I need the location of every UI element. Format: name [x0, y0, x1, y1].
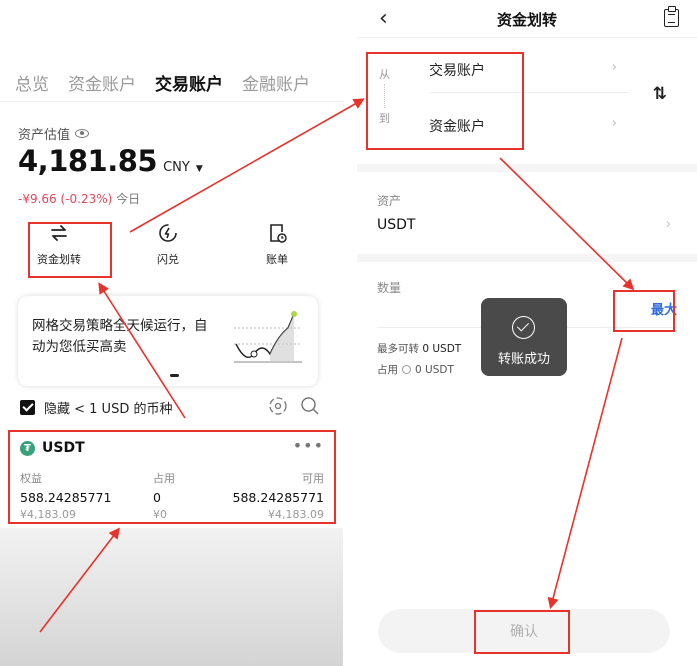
list-tools: [268, 396, 320, 416]
swap-arrows-icon: [51, 225, 67, 241]
tab-overview[interactable]: 总览: [15, 70, 49, 95]
available-fiat: ¥4,183.09: [268, 508, 324, 521]
tether-icon: ₮: [20, 440, 35, 456]
search-icon[interactable]: [300, 396, 320, 416]
section-gap: [357, 254, 697, 262]
tab-divider: [0, 101, 343, 102]
clock-icon: [402, 365, 411, 374]
quick-actions: 资金划转 闪兑 账单: [0, 222, 343, 278]
equity-value: 588.24285771: [20, 490, 112, 505]
toast-text: 转账成功: [497, 352, 550, 367]
fund-transfer-screen: ‹ 资金划转 从 到 交易账户 › 资金账户 › ⇅ 资产 USDT › 数量 …: [357, 0, 697, 666]
carousel-indicator: [170, 374, 179, 377]
target-icon[interactable]: [268, 396, 288, 416]
bill-button[interactable]: 账单: [237, 222, 317, 267]
flash-convert-button[interactable]: 闪兑: [128, 222, 208, 267]
bill-icon: [270, 224, 287, 243]
page-header: ‹ 资金划转: [357, 0, 697, 38]
estimate-label-text: 资产估值: [18, 128, 71, 143]
hide-small-checkbox[interactable]: [20, 399, 35, 415]
currency-selector[interactable]: CNY: [163, 160, 190, 175]
swap-direction-icon[interactable]: ⇅: [653, 84, 667, 104]
from-label: 从: [379, 68, 390, 81]
available-value: 588.24285771: [232, 490, 324, 505]
equity-fiat: ¥4,183.09: [20, 508, 76, 521]
occupied-column: 占用 0 ¥0: [153, 470, 175, 521]
change-value: -¥9.66 (-0.23%): [18, 192, 113, 206]
quantity-label: 数量: [377, 281, 402, 295]
asset-label: 资产: [377, 194, 402, 208]
change-period: 今日: [116, 192, 141, 206]
occupied-fiat: ¥0: [153, 508, 167, 521]
account-tabs: 总览 资金账户 交易账户 金融账户: [15, 70, 329, 95]
max-button[interactable]: 最大: [651, 299, 677, 318]
flash-convert-icon: [159, 224, 177, 242]
caret-down-icon[interactable]: ▼: [196, 164, 203, 174]
transfer-accounts: 从 到 交易账户 › 资金账户 ›: [369, 50, 669, 160]
chevron-right-icon[interactable]: ›: [612, 60, 617, 75]
tab-funding-account[interactable]: 资金账户: [68, 70, 136, 95]
chevron-right-icon[interactable]: ›: [666, 217, 671, 232]
balance-value: 4,181.85: [18, 144, 158, 178]
promo-text: 网格交易策略全天候运行，自动为您低买高卖: [32, 318, 208, 355]
bill-label: 账单: [266, 253, 288, 266]
check-circle-icon: [512, 316, 535, 339]
available-header: 可用: [302, 472, 324, 485]
success-toast: 转账成功: [481, 298, 567, 376]
max-transferable-value: 0 USDT: [422, 343, 462, 355]
asset-selector[interactable]: USDT: [377, 217, 415, 233]
clipboard-icon[interactable]: [664, 6, 679, 27]
page-title: 资金划转: [496, 11, 557, 29]
transfer-button[interactable]: 资金划转: [19, 222, 99, 267]
eye-icon[interactable]: [75, 129, 90, 138]
hide-small-label: 隐藏 < 1 USD 的币种: [44, 401, 173, 417]
from-account-selector[interactable]: 交易账户: [429, 60, 485, 80]
flash-convert-label: 闪兑: [157, 253, 179, 266]
tab-finance-account[interactable]: 金融账户: [242, 70, 310, 95]
section-gap: [357, 164, 697, 172]
equity-column: 权益 588.24285771 ¥4,183.09: [20, 470, 111, 521]
asset-name: USDT: [42, 440, 85, 456]
occupied-header: 占用: [153, 472, 175, 485]
occupied-info: 占用 0 USDT: [377, 362, 454, 377]
chevron-right-icon[interactable]: ›: [612, 116, 617, 131]
available-column: 可用 588.24285771 ¥4,183.09: [233, 470, 324, 521]
asset-estimate-label: 资产估值: [18, 124, 90, 143]
grid-trading-banner[interactable]: 网格交易策略全天候运行，自动为您低买高卖: [18, 296, 318, 386]
asset-header: ₮ USDT: [20, 440, 85, 456]
transfer-label: 资金划转: [37, 253, 81, 266]
daily-change: -¥9.66 (-0.23%) 今日: [18, 190, 140, 207]
from-to-connector: [384, 84, 385, 108]
trading-account-screen: 总览 资金账户 交易账户 金融账户 资产估值 4,181.85 CNY ▼ -¥…: [0, 0, 343, 666]
header-divider: [357, 37, 697, 38]
equity-header: 权益: [20, 472, 42, 485]
occupied-label: 占用: [377, 364, 398, 376]
hide-small-balances-row: 隐藏 < 1 USD 的币种: [20, 396, 320, 418]
balance-display: 4,181.85 CNY ▼: [18, 144, 203, 178]
confirm-button[interactable]: 确认: [378, 609, 670, 653]
occupied-value: 0: [153, 490, 161, 505]
max-transferable: 最多可转 0 USDT: [377, 341, 461, 356]
usdt-asset-card[interactable]: ₮ USDT ••• 权益 588.24285771 ¥4,183.09 占用 …: [8, 430, 338, 524]
to-label: 到: [379, 112, 390, 125]
max-transferable-label: 最多可转: [377, 343, 419, 355]
account-divider: [429, 92, 629, 93]
more-icon[interactable]: •••: [293, 436, 324, 455]
tab-trading-account[interactable]: 交易账户: [155, 70, 223, 95]
to-account-selector[interactable]: 资金账户: [429, 116, 485, 136]
bottom-fade: [0, 528, 343, 666]
occupied-amount: 0 USDT: [415, 363, 454, 376]
grid-chart-illustration: [234, 311, 302, 363]
